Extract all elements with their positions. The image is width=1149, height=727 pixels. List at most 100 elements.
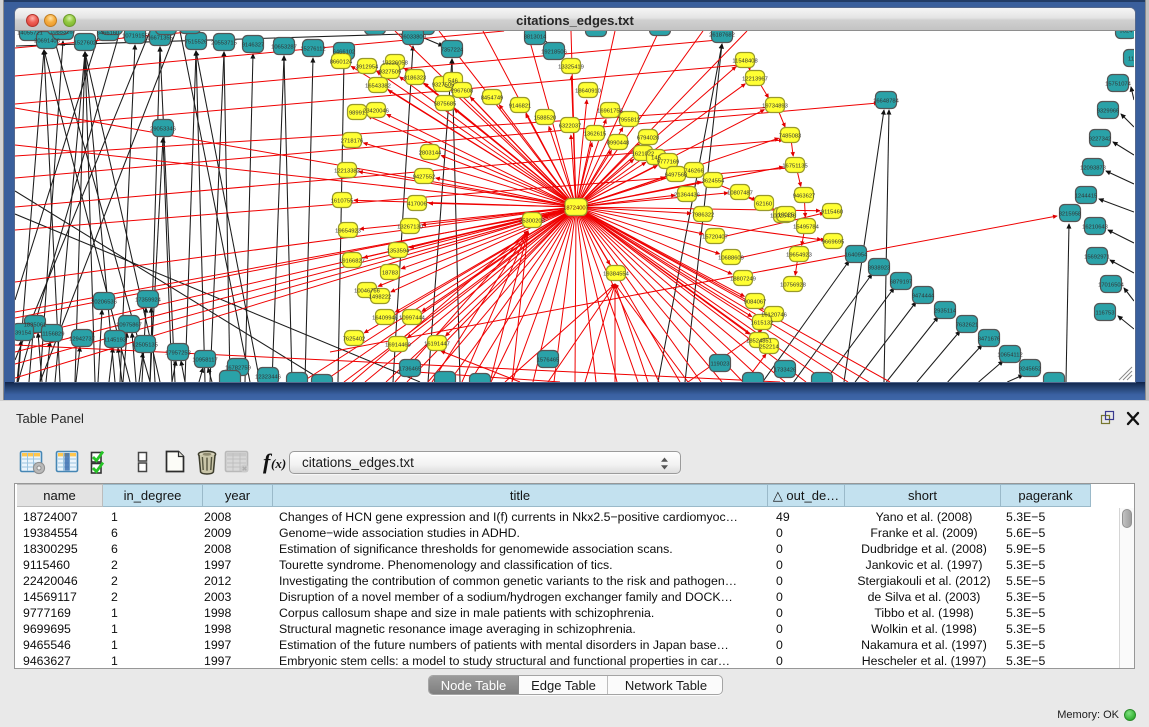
svg-text:9084067: 9084067: [744, 300, 767, 306]
svg-text:12942737: 12942737: [69, 337, 95, 343]
svg-text:9146821: 9146821: [509, 104, 532, 110]
svg-text:1640954: 1640954: [845, 253, 868, 259]
svg-text:8938923: 8938923: [868, 266, 891, 272]
svg-text:16210643: 16210643: [1082, 225, 1108, 231]
svg-text:21364436: 21364436: [674, 193, 700, 199]
svg-text:8471676: 8471676: [978, 337, 1001, 343]
svg-text:13325419: 13325419: [558, 65, 584, 71]
svg-text:10688609: 10688609: [718, 256, 744, 262]
svg-text:18724007: 18724007: [563, 206, 589, 212]
svg-text:8660124: 8660124: [330, 60, 353, 66]
svg-text:2718176: 2718176: [341, 139, 364, 145]
svg-text:9669695: 9669695: [822, 240, 845, 246]
svg-text:16671355: 16671355: [147, 36, 173, 42]
svg-text:8215958: 8215958: [1059, 212, 1082, 218]
svg-text:7986322: 7986322: [692, 213, 715, 219]
svg-text:1527602: 1527602: [74, 41, 97, 47]
svg-text:20691406: 20691406: [34, 39, 60, 45]
svg-text:10654112: 10654112: [997, 353, 1022, 359]
svg-text:417006: 417006: [407, 202, 426, 208]
svg-text:19654923: 19654923: [335, 229, 361, 235]
svg-text:1362615: 1362615: [584, 132, 607, 138]
svg-text:18640910: 18640910: [575, 89, 601, 95]
svg-text:9146327: 9146327: [242, 43, 265, 49]
svg-text:98991: 98991: [349, 111, 365, 117]
svg-text:15692971: 15692971: [1084, 255, 1110, 261]
svg-text:2803144: 2803144: [419, 151, 442, 157]
svg-text:9327509: 9327509: [379, 70, 402, 76]
svg-text:9245652: 9245652: [1019, 367, 1042, 373]
svg-text:17016504: 17016504: [1098, 283, 1125, 289]
svg-text:15495784: 15495784: [793, 225, 820, 231]
svg-text:8186323: 8186323: [404, 76, 427, 82]
svg-text:10719155: 10719155: [122, 34, 148, 40]
svg-text:7357224: 7357224: [441, 48, 464, 54]
svg-text:15751074: 15751074: [1105, 82, 1132, 88]
svg-text:6322037: 6322037: [559, 124, 582, 130]
svg-text:20553715: 20553715: [211, 41, 237, 47]
svg-text:2967608: 2967608: [451, 89, 474, 95]
svg-text:18783: 18783: [382, 271, 398, 277]
svg-text:10807487: 10807487: [727, 191, 753, 197]
svg-text:1835061: 1835061: [24, 323, 47, 329]
svg-text:1498222: 1498222: [369, 295, 392, 301]
svg-text:16751135: 16751135: [782, 164, 807, 170]
svg-text:5875685: 5875685: [434, 102, 457, 108]
svg-text:17359924: 17359924: [135, 298, 162, 304]
svg-text:7625402: 7625402: [343, 337, 366, 343]
svg-text:9474444: 9474444: [912, 294, 935, 300]
svg-text:7515526: 7515526: [185, 40, 208, 46]
svg-text:116753: 116753: [1096, 311, 1115, 317]
svg-text:9463627: 9463627: [793, 194, 816, 200]
svg-text:(x): (x): [271, 456, 286, 471]
svg-text:1353594: 1353594: [387, 249, 410, 255]
svg-text:9324: 9324: [1120, 31, 1134, 35]
svg-text:62160: 62160: [756, 202, 772, 208]
svg-text:13267130: 13267130: [397, 225, 423, 231]
svg-text:19384554: 19384554: [603, 272, 630, 278]
svg-text:19166827: 19166827: [339, 259, 365, 265]
svg-text:16961758: 16961758: [597, 109, 623, 115]
svg-text:9427552: 9427552: [413, 175, 436, 181]
svg-text:25300203: 25300203: [519, 219, 545, 225]
svg-text:12093873: 12093873: [1080, 166, 1106, 172]
svg-text:1610755: 1610755: [331, 199, 354, 205]
svg-text:6794028: 6794028: [637, 136, 660, 142]
svg-text:746266: 746266: [684, 169, 703, 175]
svg-text:1576465: 1576465: [537, 358, 560, 364]
svg-text:7485083: 7485083: [779, 134, 802, 140]
svg-text:12213967: 12213967: [742, 77, 768, 83]
svg-text:18807249: 18807249: [730, 277, 756, 283]
svg-text:12505135: 12505135: [132, 343, 158, 349]
svg-text:8454749: 8454749: [481, 96, 504, 102]
svg-text:10853267: 10853267: [50, 31, 76, 36]
svg-text:19654923: 19654923: [786, 253, 812, 259]
svg-text:119023: 119023: [711, 362, 730, 368]
svg-text:6466102: 6466102: [333, 50, 356, 56]
svg-text:6879197: 6879197: [890, 280, 913, 286]
svg-text:3912954: 3912954: [356, 65, 379, 71]
svg-text:16914469: 16914469: [385, 343, 411, 349]
svg-text:10958117: 10958117: [192, 358, 217, 364]
svg-text:26187682: 26187682: [709, 33, 735, 39]
svg-text:16033809: 16033809: [400, 35, 426, 41]
svg-text:1615132: 1615132: [751, 321, 774, 327]
svg-text:9115460: 9115460: [821, 210, 843, 216]
svg-text:1117: 1117: [1128, 57, 1134, 63]
svg-text:12213383: 12213383: [334, 169, 360, 175]
svg-text:13226058: 13226058: [382, 61, 408, 67]
svg-text:8990448: 8990448: [607, 141, 630, 147]
svg-text:3624554: 3624554: [702, 179, 725, 185]
svg-text:8813014: 8813014: [524, 35, 547, 41]
svg-text:1588520: 1588520: [534, 116, 557, 122]
svg-text:10756928: 10756928: [780, 283, 806, 289]
svg-text:10025: 10025: [778, 213, 794, 219]
svg-text:10997444: 10997444: [399, 316, 426, 322]
svg-text:9329966: 9329966: [1097, 109, 1120, 115]
svg-text:1244415: 1244415: [1075, 194, 1098, 200]
svg-text:9227342: 9227342: [1089, 137, 1112, 143]
svg-text:10653287: 10653287: [271, 45, 297, 51]
svg-text:12323446: 12323446: [255, 375, 281, 381]
svg-text:16191447: 16191447: [424, 342, 450, 348]
svg-text:11548408: 11548408: [732, 59, 757, 65]
